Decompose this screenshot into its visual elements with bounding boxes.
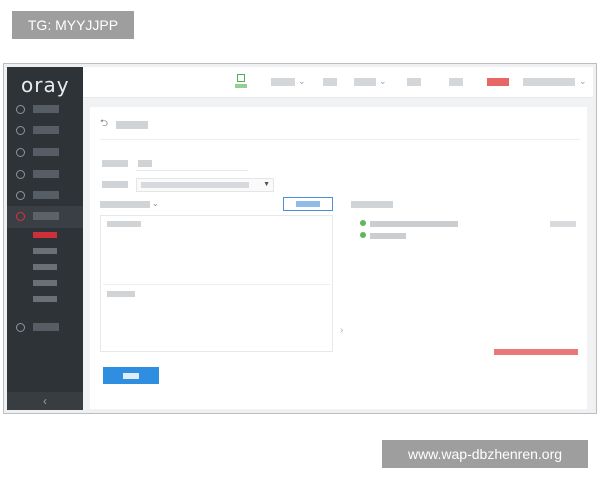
sidebar-item-support[interactable]: [7, 142, 83, 164]
qr-caption: [235, 84, 247, 88]
done-button[interactable]: [103, 367, 159, 384]
sidebar-subitem-label: [33, 232, 57, 238]
sidebar-item-label: [33, 191, 59, 199]
sidebar-item-label: [33, 323, 59, 331]
top-bar: ⌄ ⌄ ⌄: [83, 67, 593, 98]
grid-icon: [16, 105, 25, 114]
group-members-panel[interactable]: [100, 215, 333, 352]
sidebar-subitem-label: [33, 296, 57, 302]
network-name: [370, 233, 406, 239]
sidebar-item-router[interactable]: [7, 317, 83, 339]
network-name: [370, 221, 458, 227]
network-type-label: [102, 181, 128, 188]
router-icon: [16, 323, 25, 332]
network-type-select[interactable]: ▼: [136, 178, 274, 192]
main-card: ⮌ ▼ ⌄ ›: [90, 107, 587, 409]
network-name-value: [138, 160, 152, 167]
topbar-link-ticket[interactable]: [407, 78, 421, 86]
topbar-link-store[interactable]: [323, 78, 337, 86]
sidebar-subitem-current[interactable]: [33, 227, 67, 243]
sidebar-subitem[interactable]: [33, 275, 67, 291]
qr-code-icon[interactable]: [235, 74, 247, 89]
sidebar-item-settings[interactable]: [7, 185, 83, 207]
sidebar-item-label: [33, 126, 59, 134]
done-button-label: [123, 373, 139, 379]
sidebar-subitem[interactable]: [33, 259, 67, 275]
oray-logo: oray: [21, 73, 70, 97]
router-section-label: [107, 291, 135, 297]
sidebar-subitem-label: [33, 280, 57, 286]
groups-label: [100, 201, 150, 208]
sidebar-item-label: [33, 212, 59, 220]
selected-networks-heading: [351, 201, 393, 208]
sidebar-subitem-label: [33, 264, 57, 270]
network-ip: [550, 221, 576, 227]
add-group-button-label: [296, 201, 320, 207]
sidebar-subitem[interactable]: [33, 243, 67, 259]
sidebar-item-label: [33, 170, 59, 178]
topbar-menu-product[interactable]: [271, 78, 295, 86]
network-type-value: [141, 182, 249, 188]
network-name-input[interactable]: [136, 157, 248, 171]
sidebar-item-overview[interactable]: [7, 99, 83, 121]
online-status-icon: [360, 232, 366, 238]
chevron-down-icon[interactable]: ⌄: [152, 198, 159, 210]
headset-icon: [16, 148, 25, 157]
network-name-label: [102, 160, 128, 167]
watermark-bottom-right: www.wap-dbzhenren.org: [382, 440, 588, 468]
sidebar-collapse-button[interactable]: ‹: [7, 392, 83, 410]
network-list-item[interactable]: [360, 219, 576, 229]
cloud-icon: [16, 212, 25, 221]
sidebar: oray ‹: [7, 67, 83, 410]
gear-icon: [16, 191, 25, 200]
sidebar-subitem[interactable]: [33, 291, 67, 307]
topbar-menu-help[interactable]: [354, 78, 376, 86]
title-divider: [100, 139, 580, 140]
sidebar-item-services[interactable]: [7, 164, 83, 186]
help-link[interactable]: [494, 349, 578, 355]
chevron-down-icon: ⌄: [579, 76, 587, 86]
chevron-down-icon: ⌄: [379, 76, 387, 86]
user-icon: [16, 126, 25, 135]
members-section-label: [107, 221, 141, 227]
qr-square: [237, 74, 245, 82]
topbar-link-verify[interactable]: [487, 78, 509, 86]
back-icon[interactable]: ⮌: [100, 118, 108, 130]
topbar-user-account[interactable]: [523, 78, 575, 86]
chevron-left-icon: ‹: [43, 394, 47, 408]
topbar-link-messages[interactable]: [449, 78, 463, 86]
sidebar-item-label: [33, 148, 59, 156]
network-list-item[interactable]: [360, 231, 576, 241]
add-group-button[interactable]: [283, 197, 333, 211]
caret-down-icon: ▼: [263, 181, 270, 188]
page-title: [116, 121, 148, 129]
sidebar-item-active[interactable]: [7, 206, 83, 228]
sidebar-subitem-label: [33, 248, 57, 254]
chevron-down-icon: ⌄: [298, 76, 306, 86]
screenshot-frame: oray ‹ ⌄ ⌄ ⌄ ⮌ ▼ ⌄ ›: [3, 63, 597, 414]
sidebar-item-account[interactable]: [7, 120, 83, 142]
app-window: oray ‹ ⌄ ⌄ ⌄ ⮌ ▼ ⌄ ›: [7, 67, 593, 410]
watermark-top-left: TG: MYYJJPP: [12, 11, 134, 39]
panel-divider: [103, 284, 330, 285]
online-status-icon: [360, 220, 366, 226]
chevron-right-icon[interactable]: ›: [340, 325, 343, 337]
sidebar-item-label: [33, 105, 59, 113]
cube-icon: [16, 170, 25, 179]
